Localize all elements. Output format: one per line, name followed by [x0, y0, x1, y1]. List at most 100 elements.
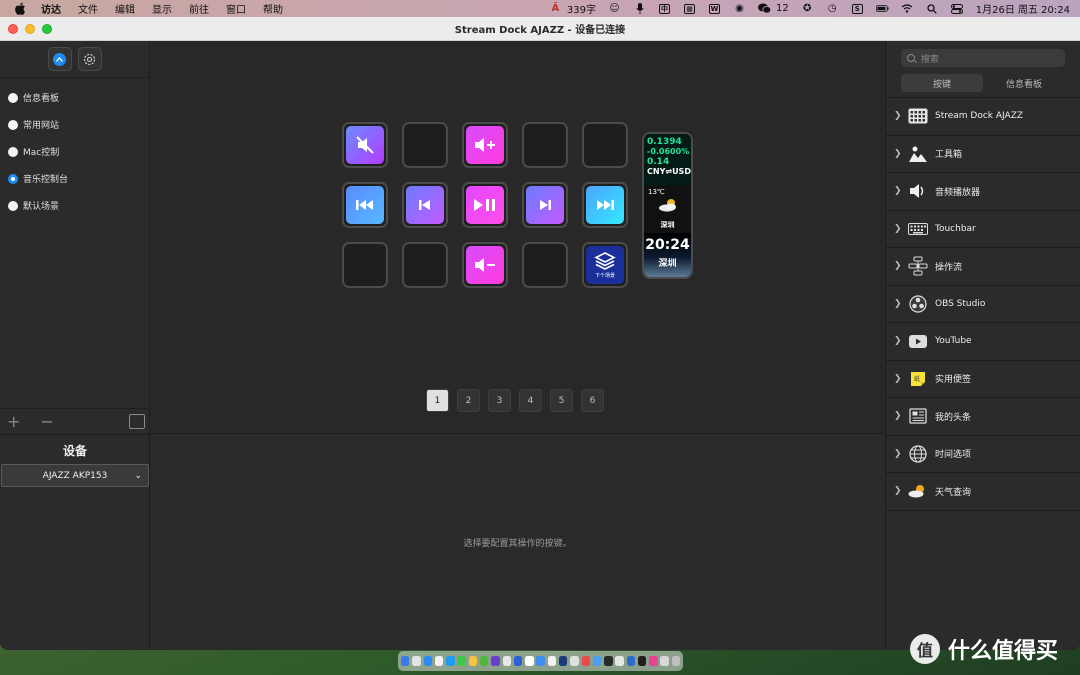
app-icon[interactable]	[604, 656, 613, 666]
category-youtube[interactable]: ❯ YouTube	[886, 323, 1080, 361]
key-play-pause[interactable]	[462, 182, 508, 228]
finder-icon[interactable]	[401, 656, 410, 666]
page-button-4[interactable]: 4	[519, 389, 542, 412]
search-field[interactable]: 搜索	[901, 49, 1065, 67]
compass-icon[interactable]: ✪	[801, 3, 814, 14]
app-icon[interactable]	[491, 656, 500, 666]
minimize-button[interactable]	[25, 24, 35, 34]
tab-dashboard[interactable]: 信息看板	[983, 74, 1065, 92]
app-icon[interactable]	[592, 656, 602, 666]
control-center-icon[interactable]	[951, 3, 964, 14]
page-button-2[interactable]: 2	[457, 389, 480, 412]
key-volume-down[interactable]	[462, 242, 508, 288]
page-button-6[interactable]: 6	[581, 389, 604, 412]
wps-app-icon[interactable]	[581, 656, 590, 666]
key-empty[interactable]	[402, 242, 448, 288]
zoom-button[interactable]	[42, 24, 52, 34]
category-weather[interactable]: ❯ 天气查询	[886, 473, 1080, 511]
microphone-icon[interactable]	[633, 3, 646, 14]
menu-view[interactable]: 显示	[152, 1, 172, 16]
notes-icon[interactable]	[468, 656, 478, 666]
profile-item-default-scene[interactable]: 默认场景	[0, 192, 149, 219]
settings-button[interactable]	[77, 47, 102, 71]
category-obs[interactable]: ❯ OBS Studio	[886, 286, 1080, 323]
remove-profile-button[interactable]: −	[40, 412, 53, 431]
tab-keys[interactable]: 按键	[901, 74, 983, 92]
category-audio-player[interactable]: ❯ 音频播放器	[886, 173, 1080, 211]
script-icon[interactable]: S	[851, 3, 864, 14]
key-empty[interactable]	[402, 122, 448, 168]
key-previous-track[interactable]	[402, 182, 448, 228]
spotlight-icon[interactable]	[926, 3, 939, 14]
wps-icon[interactable]: W	[708, 3, 721, 14]
key-empty[interactable]	[522, 242, 568, 288]
radio-button[interactable]	[8, 200, 18, 211]
word-count[interactable]: 339字	[567, 1, 596, 16]
calendar-icon[interactable]: ▦	[683, 3, 696, 14]
radio-button[interactable]	[8, 146, 18, 157]
menu-go[interactable]: 前往	[189, 1, 209, 16]
photoshop-icon[interactable]	[558, 656, 568, 666]
key-fast-forward[interactable]	[582, 182, 628, 228]
radio-button[interactable]	[8, 92, 18, 103]
add-profile-button[interactable]: +	[7, 412, 20, 431]
trash-icon[interactable]	[671, 656, 681, 666]
app-icon[interactable]	[570, 656, 579, 666]
menubar-clock[interactable]: 1月26日 周五 20:24	[976, 1, 1070, 16]
input-method-icon[interactable]: 中	[658, 3, 671, 14]
app-icon[interactable]	[649, 656, 658, 666]
app-store-icon[interactable]	[423, 656, 433, 666]
app-icon[interactable]	[525, 656, 534, 666]
profile-item-websites[interactable]: 常用网站	[0, 111, 149, 138]
app-icon[interactable]	[637, 656, 647, 666]
battery-icon[interactable]	[875, 3, 889, 14]
app-icon[interactable]	[502, 656, 512, 666]
launchpad-icon[interactable]	[412, 656, 421, 666]
wechat-icon[interactable]	[758, 3, 771, 14]
menu-app-name[interactable]: 访达	[41, 1, 61, 16]
face-icon[interactable]: ◉	[733, 3, 746, 14]
radio-button-selected[interactable]	[8, 173, 18, 184]
menu-help[interactable]: 帮助	[263, 1, 283, 16]
profile-item-mac-control[interactable]: Mac控制	[0, 138, 149, 165]
app-icon[interactable]	[513, 656, 523, 666]
wifi-icon[interactable]	[901, 3, 914, 14]
category-toolbox[interactable]: ❯ 工具箱	[886, 136, 1080, 173]
messages-icon[interactable]	[457, 656, 466, 666]
home-button[interactable]	[47, 47, 72, 71]
key-next-track[interactable]	[522, 182, 568, 228]
chrome-icon[interactable]	[547, 656, 557, 666]
category-action-flow[interactable]: ❯ 操作流	[886, 248, 1080, 286]
app-icon[interactable]	[615, 656, 624, 666]
category-touchbar[interactable]: ❯ Touchbar	[886, 211, 1080, 248]
key-mute[interactable]	[342, 122, 388, 168]
key-volume-up[interactable]	[462, 122, 508, 168]
wechat-app-icon[interactable]	[479, 656, 489, 666]
key-empty[interactable]	[522, 122, 568, 168]
radio-button[interactable]	[8, 119, 18, 130]
app-icon[interactable]	[626, 656, 636, 666]
typing-status-icon[interactable]: Ã	[549, 3, 562, 14]
emoji-icon[interactable]: ☺	[608, 3, 621, 14]
category-my-headlines[interactable]: ❯ 我的头条	[886, 398, 1080, 436]
apple-icon[interactable]	[13, 2, 27, 16]
time-machine-icon[interactable]: ◷	[826, 3, 839, 14]
key-next-scene[interactable]: 下个场景	[582, 242, 628, 288]
page-button-5[interactable]: 5	[550, 389, 573, 412]
category-time-options[interactable]: ❯ 时间选项	[886, 436, 1080, 473]
key-rewind[interactable]	[342, 182, 388, 228]
category-sticky-notes[interactable]: ❯ 纸 实用便签	[886, 361, 1080, 398]
profile-settings-icon[interactable]	[129, 414, 145, 429]
app-icon[interactable]	[660, 656, 669, 666]
close-button[interactable]	[8, 24, 18, 34]
page-button-3[interactable]: 3	[488, 389, 511, 412]
device-select[interactable]: AJAZZ AKP153 ⌄	[1, 464, 149, 487]
profile-item-music-console[interactable]: 音乐控制台	[0, 165, 149, 192]
safari-icon[interactable]	[446, 656, 455, 666]
category-stream-dock[interactable]: ❯ Stream Dock AJAZZ	[886, 98, 1080, 136]
page-button-1[interactable]: 1	[426, 389, 449, 412]
menu-window[interactable]: 窗口	[226, 1, 246, 16]
key-empty[interactable]	[342, 242, 388, 288]
key-empty[interactable]	[582, 122, 628, 168]
app-icon[interactable]	[536, 656, 545, 666]
